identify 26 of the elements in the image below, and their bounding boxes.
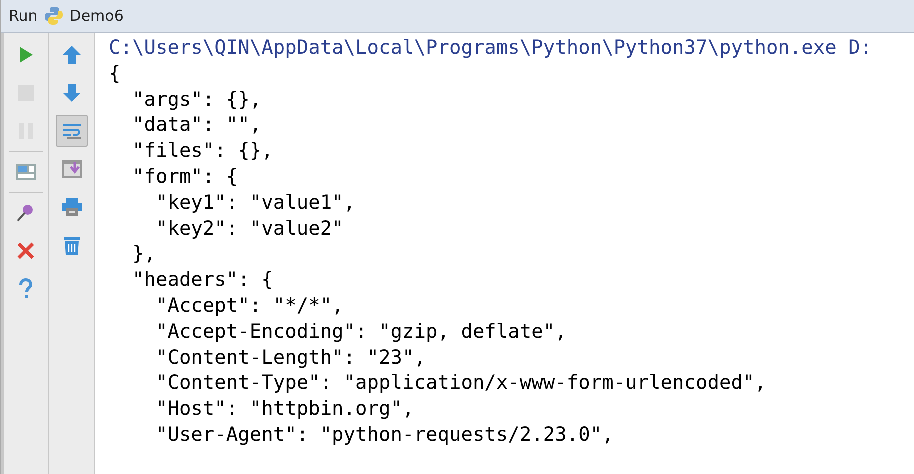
output-line: "User-Agent": "python-requests/2.23.0", <box>154 422 614 448</box>
soft-wrap-button[interactable] <box>56 115 88 147</box>
down-arrow-icon <box>60 82 82 104</box>
print-icon <box>60 196 82 218</box>
command-line: C:\Users\QIN\AppData\Local\Programs\Python\Python37\python.exe D: <box>109 35 872 61</box>
output-line: "form": { <box>131 164 238 190</box>
output-line: "Host": "httpbin.org", <box>154 396 414 422</box>
output-line: "files": {}, <box>131 138 274 164</box>
scroll-to-end-icon <box>60 158 82 180</box>
output-line: "data": "", <box>131 112 262 138</box>
layout-icon <box>15 161 37 183</box>
output-line: "Accept": "*/*", <box>154 292 344 319</box>
run-tab[interactable]: Demo6 <box>70 7 124 25</box>
output-line: "Content-Type": "application/x-www-form-urlencoded", <box>154 370 766 396</box>
output-line: "key2": "value2" <box>154 216 344 242</box>
output-line: "Accept-Encoding": "gzip, deflate", <box>154 318 567 345</box>
output-line: "args": {}, <box>131 86 262 112</box>
up-arrow-icon <box>60 44 82 66</box>
output-line: { <box>109 60 121 87</box>
output-line: "headers": { <box>131 267 274 293</box>
python-logo-icon <box>44 6 64 26</box>
output-line: }, <box>131 241 156 268</box>
tool-window-label: Run <box>9 7 38 25</box>
close-icon <box>15 240 37 262</box>
output-line: "key1": "value1", <box>154 190 356 216</box>
output-line: "Content-Length": "23", <box>154 344 426 370</box>
